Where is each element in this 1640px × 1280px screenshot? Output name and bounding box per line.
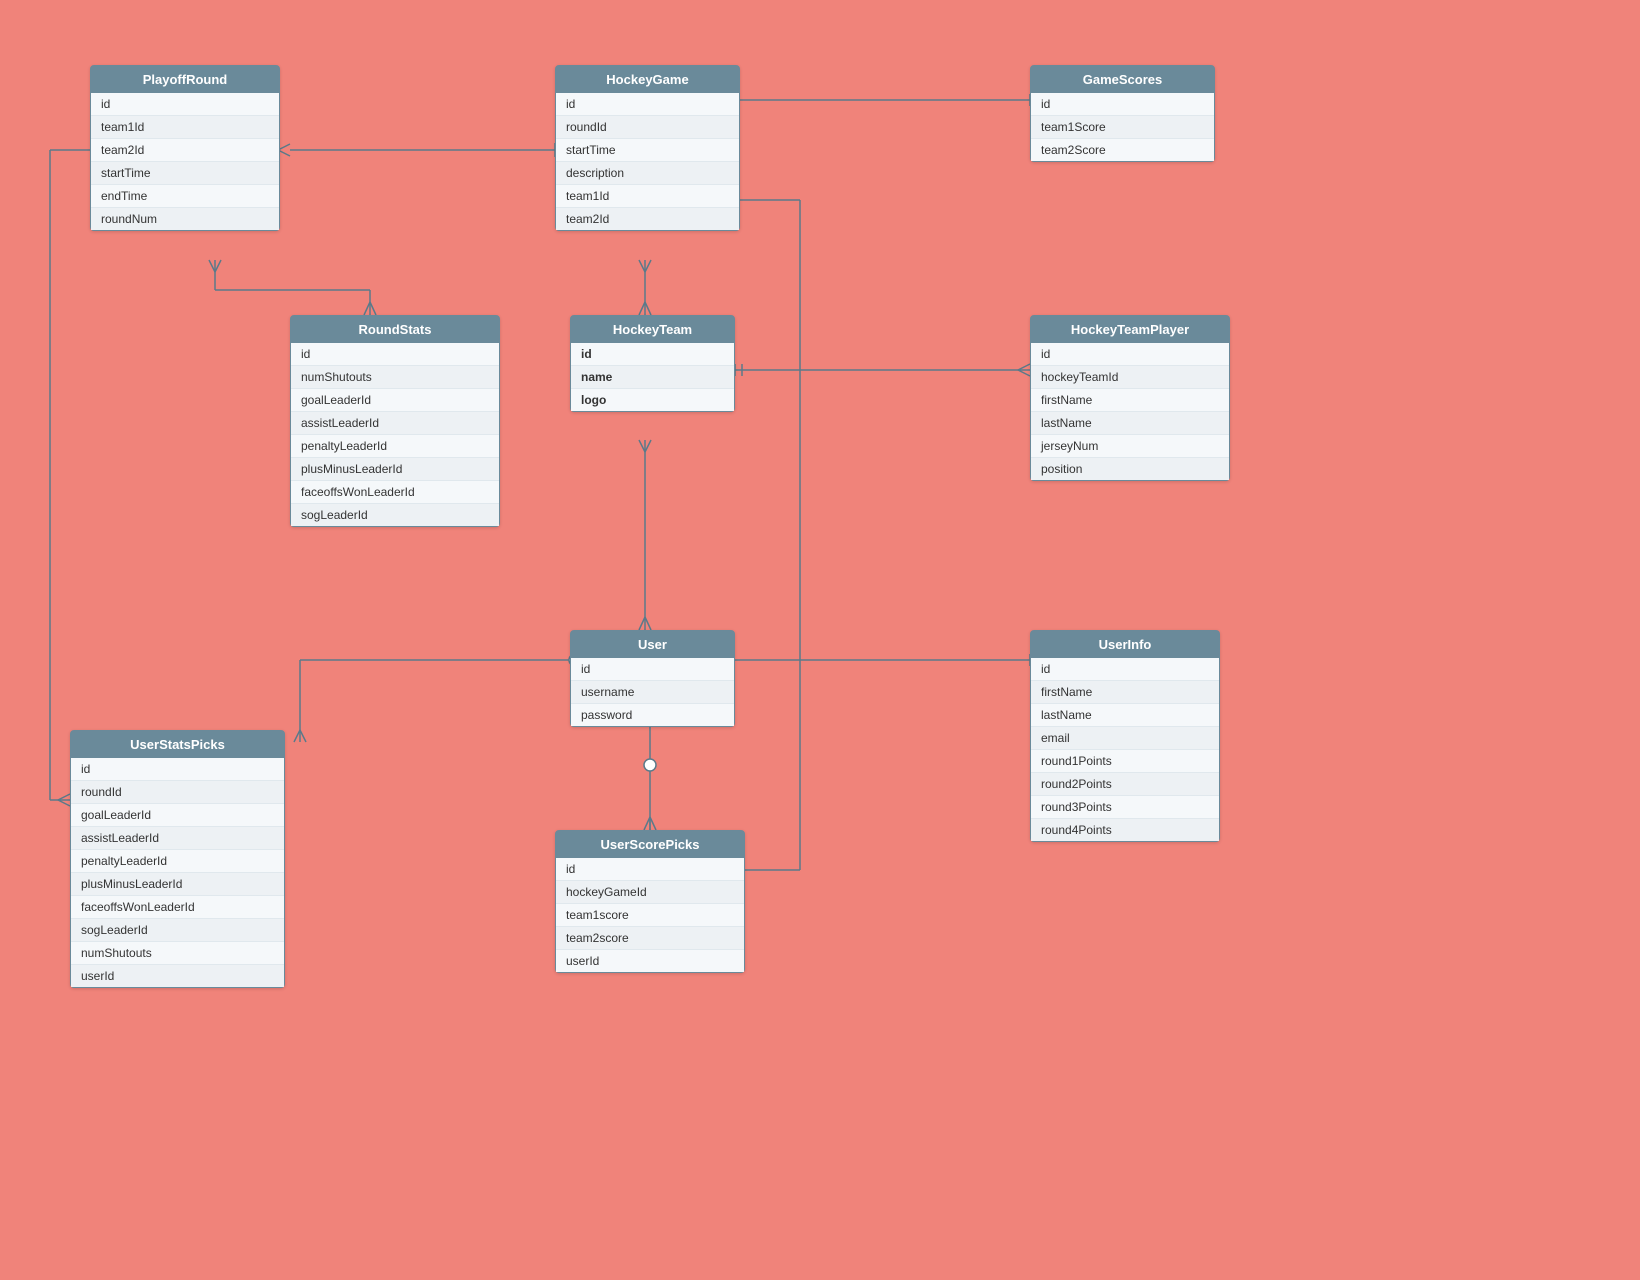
field-usp-faceoffswonleaderid: faceoffsWonLeaderId <box>71 896 284 919</box>
entity-hockeyteamplayer-header: HockeyTeamPlayer <box>1031 316 1229 343</box>
field-hockeygame-description: description <box>556 162 739 185</box>
entity-userscorepicks-header: UserScorePicks <box>556 831 744 858</box>
field-roundstats-id: id <box>291 343 499 366</box>
field-playoffround-starttime: startTime <box>91 162 279 185</box>
field-roundstats-faceoffswonleaderid: faceoffsWonLeaderId <box>291 481 499 504</box>
field-playoffround-endtime: endTime <box>91 185 279 208</box>
field-usp-assistleaderid: assistLeaderId <box>71 827 284 850</box>
entity-hockeyteamplayer: HockeyTeamPlayer id hockeyTeamId firstNa… <box>1030 315 1230 481</box>
field-usp-numshutouts: numShutouts <box>71 942 284 965</box>
field-usp-userid: userId <box>71 965 284 987</box>
entity-user-header: User <box>571 631 734 658</box>
field-userinfo-lastname: lastName <box>1031 704 1219 727</box>
field-userinfo-round2points: round2Points <box>1031 773 1219 796</box>
entity-hockeyteam: HockeyTeam id name logo <box>570 315 735 412</box>
field-roundstats-sogleaderid: sogLeaderId <box>291 504 499 526</box>
entity-user: User id username password <box>570 630 735 727</box>
entity-roundstats-header: RoundStats <box>291 316 499 343</box>
entity-hockeygame-header: HockeyGame <box>556 66 739 93</box>
field-userinfo-id: id <box>1031 658 1219 681</box>
field-user-id: id <box>571 658 734 681</box>
entity-hockeygame: HockeyGame id roundId startTime descript… <box>555 65 740 231</box>
field-gamescores-id: id <box>1031 93 1214 116</box>
field-gamescores-team2score: team2Score <box>1031 139 1214 161</box>
field-userinfo-round1points: round1Points <box>1031 750 1219 773</box>
field-hockeyteam-logo: logo <box>571 389 734 411</box>
field-hockeygame-team2id: team2Id <box>556 208 739 230</box>
field-usp-goalleaderid: goalLeaderId <box>71 804 284 827</box>
field-usp-roundid: roundId <box>71 781 284 804</box>
field-hockeygame-id: id <box>556 93 739 116</box>
entity-hockeyteam-header: HockeyTeam <box>571 316 734 343</box>
entity-userscorepicks: UserScorePicks id hockeyGameId team1scor… <box>555 830 745 973</box>
field-playoffround-team2id: team2Id <box>91 139 279 162</box>
field-hockeyteam-id: id <box>571 343 734 366</box>
entity-userinfo-header: UserInfo <box>1031 631 1219 658</box>
field-usp-plusminusleaderid: plusMinusLeaderId <box>71 873 284 896</box>
field-htp-hockeyteamid: hockeyTeamId <box>1031 366 1229 389</box>
field-roundstats-assistleaderid: assistLeaderId <box>291 412 499 435</box>
field-usp-sogleaderid: sogLeaderId <box>71 919 284 942</box>
entity-gamescores-header: GameScores <box>1031 66 1214 93</box>
field-usp-id: id <box>71 758 284 781</box>
field-roundstats-numshutouts: numShutouts <box>291 366 499 389</box>
field-htp-firstname: firstName <box>1031 389 1229 412</box>
field-roundstats-penaltyleaderid: penaltyLeaderId <box>291 435 499 458</box>
field-userinfo-round3points: round3Points <box>1031 796 1219 819</box>
field-uscorp-userid: userId <box>556 950 744 972</box>
entity-roundstats: RoundStats id numShutouts goalLeaderId a… <box>290 315 500 527</box>
field-userinfo-round4points: round4Points <box>1031 819 1219 841</box>
field-hockeygame-roundid: roundId <box>556 116 739 139</box>
field-roundstats-goalleaderid: goalLeaderId <box>291 389 499 412</box>
entity-userstatspicks: UserStatsPicks id roundId goalLeaderId a… <box>70 730 285 988</box>
field-uscorp-team2score: team2score <box>556 927 744 950</box>
field-playoffround-id: id <box>91 93 279 116</box>
field-uscorp-id: id <box>556 858 744 881</box>
entity-playoffround-header: PlayoffRound <box>91 66 279 93</box>
entity-playoffround: PlayoffRound id team1Id team2Id startTim… <box>90 65 280 231</box>
field-htp-position: position <box>1031 458 1229 480</box>
field-userinfo-firstname: firstName <box>1031 681 1219 704</box>
entity-gamescores: GameScores id team1Score team2Score <box>1030 65 1215 162</box>
field-uscorp-hockeygameid: hockeyGameId <box>556 881 744 904</box>
field-htp-jerseynum: jerseyNum <box>1031 435 1229 458</box>
field-htp-lastname: lastName <box>1031 412 1229 435</box>
field-roundstats-plusminusleaderid: plusMinusLeaderId <box>291 458 499 481</box>
field-htp-id: id <box>1031 343 1229 366</box>
field-uscorp-team1score: team1score <box>556 904 744 927</box>
field-hockeygame-starttime: startTime <box>556 139 739 162</box>
field-user-username: username <box>571 681 734 704</box>
field-usp-penaltyleaderid: penaltyLeaderId <box>71 850 284 873</box>
field-playoffround-team1id: team1Id <box>91 116 279 139</box>
field-gamescores-team1score: team1Score <box>1031 116 1214 139</box>
entity-userstatspicks-header: UserStatsPicks <box>71 731 284 758</box>
field-userinfo-email: email <box>1031 727 1219 750</box>
field-user-password: password <box>571 704 734 726</box>
diagram-container: PlayoffRound id team1Id team2Id startTim… <box>0 0 1640 1280</box>
field-hockeyteam-name: name <box>571 366 734 389</box>
entity-userinfo: UserInfo id firstName lastName email rou… <box>1030 630 1220 842</box>
field-playoffround-roundnum: roundNum <box>91 208 279 230</box>
field-hockeygame-team1id: team1Id <box>556 185 739 208</box>
